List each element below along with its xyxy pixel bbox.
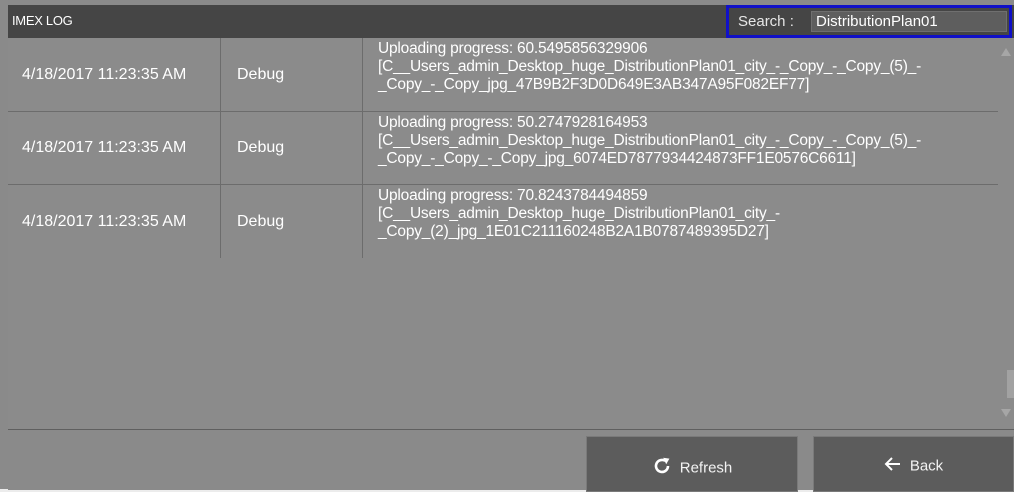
log-time-cell: 4/18/2017 11:23:35 AM bbox=[8, 38, 220, 111]
back-button[interactable]: Back bbox=[813, 436, 1014, 492]
log-level-cell: Debug bbox=[221, 38, 362, 111]
log-time-cell: 4/18/2017 11:23:35 AM bbox=[8, 112, 220, 184]
scroll-down-arrow-icon[interactable] bbox=[1001, 409, 1011, 417]
log-level: Debug bbox=[237, 139, 285, 156]
log-time: 4/18/2017 11:23:35 AM bbox=[22, 212, 187, 230]
title-bar: IMEX LOG Search : bbox=[8, 5, 1014, 38]
column-divider bbox=[362, 38, 363, 258]
arrow-left-icon bbox=[884, 456, 902, 476]
log-row[interactable]: 4/18/2017 11:23:35 AM Debug Uploading pr… bbox=[8, 38, 998, 112]
imex-log-window: IMEX LOG Search : 4/18/2017 11:23:35 AM … bbox=[0, 0, 1014, 492]
log-row[interactable]: 4/18/2017 11:23:35 AM Debug Uploading pr… bbox=[8, 112, 998, 185]
log-time-cell: 4/18/2017 11:23:35 AM bbox=[8, 185, 220, 258]
log-level: Debug bbox=[237, 212, 285, 230]
window-title: IMEX LOG bbox=[12, 13, 73, 28]
log-message-cell: Uploading progress: 50.2747928164953 [C_… bbox=[363, 112, 993, 184]
scroll-up-arrow-icon[interactable] bbox=[1001, 48, 1011, 56]
log-message: Uploading progress: 50.2747928164953 [C_… bbox=[378, 114, 922, 167]
vertical-scrollbar[interactable] bbox=[998, 38, 1014, 429]
log-level-cell: Debug bbox=[221, 185, 362, 258]
search-label: Search : bbox=[738, 13, 794, 30]
back-label: Back bbox=[909, 457, 944, 475]
refresh-label: Refresh bbox=[679, 459, 733, 477]
log-time: 4/18/2017 11:23:35 AM bbox=[22, 65, 187, 83]
log-message: Uploading progress: 60.5495856329906 [C_… bbox=[378, 40, 922, 93]
log-list: 4/18/2017 11:23:35 AM Debug Uploading pr… bbox=[8, 38, 998, 429]
log-message-cell: Uploading progress: 60.5495856329906 [C_… bbox=[363, 38, 993, 111]
log-row[interactable]: 4/18/2017 11:23:35 AM Debug Uploading pr… bbox=[8, 185, 998, 258]
log-level: Debug bbox=[237, 65, 285, 83]
search-input[interactable] bbox=[811, 11, 1007, 32]
scrollbar-thumb[interactable] bbox=[1007, 370, 1014, 398]
log-level-cell: Debug bbox=[221, 112, 362, 184]
search-box: Search : bbox=[726, 5, 1012, 38]
bottom-toolbar: Refresh Back bbox=[8, 429, 1014, 492]
column-divider bbox=[220, 38, 221, 258]
log-message-cell: Uploading progress: 70.8243784494859 [C_… bbox=[363, 185, 993, 258]
refresh-icon bbox=[652, 456, 672, 480]
log-time: 4/18/2017 11:23:35 AM bbox=[22, 139, 187, 156]
refresh-button[interactable]: Refresh bbox=[586, 436, 798, 492]
log-message: Uploading progress: 70.8243784494859 [C_… bbox=[378, 187, 780, 240]
